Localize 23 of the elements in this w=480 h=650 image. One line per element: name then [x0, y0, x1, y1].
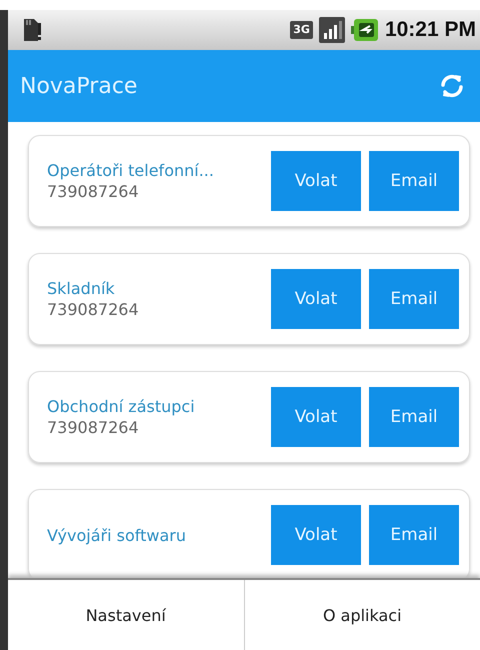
job-title[interactable]: Vývojáři softwaru [47, 526, 263, 544]
call-button[interactable]: Volat [271, 269, 361, 329]
phone-number: 739087264 [47, 182, 140, 201]
call-button[interactable]: Volat [271, 387, 361, 447]
menu-item[interactable]: O aplikaci [244, 580, 480, 650]
battery-charging-icon [350, 18, 379, 42]
signal-icon [318, 17, 345, 43]
sd-card-warning-icon [22, 17, 42, 43]
phone-number: 739087264 [47, 418, 140, 437]
app-title: NovaPrace [20, 74, 138, 98]
email-button[interactable]: Email [369, 269, 459, 329]
email-button[interactable]: Email [369, 151, 459, 211]
email-button[interactable]: Email [369, 387, 459, 447]
job-title[interactable]: Operátoři telefonní... [47, 161, 263, 180]
call-button[interactable]: Volat [271, 151, 361, 211]
job-title[interactable]: Skladník [47, 279, 263, 298]
email-button[interactable]: Email [369, 505, 459, 565]
phone-number: 739087264 [47, 300, 140, 319]
job-title[interactable]: Obchodní zástupci [47, 397, 263, 416]
call-button[interactable]: Volat [271, 505, 361, 565]
clock-time: 10:21 PM [384, 18, 476, 42]
menu-item[interactable]: Nastavení [8, 580, 244, 650]
network-type-icon: 3G [290, 21, 313, 39]
